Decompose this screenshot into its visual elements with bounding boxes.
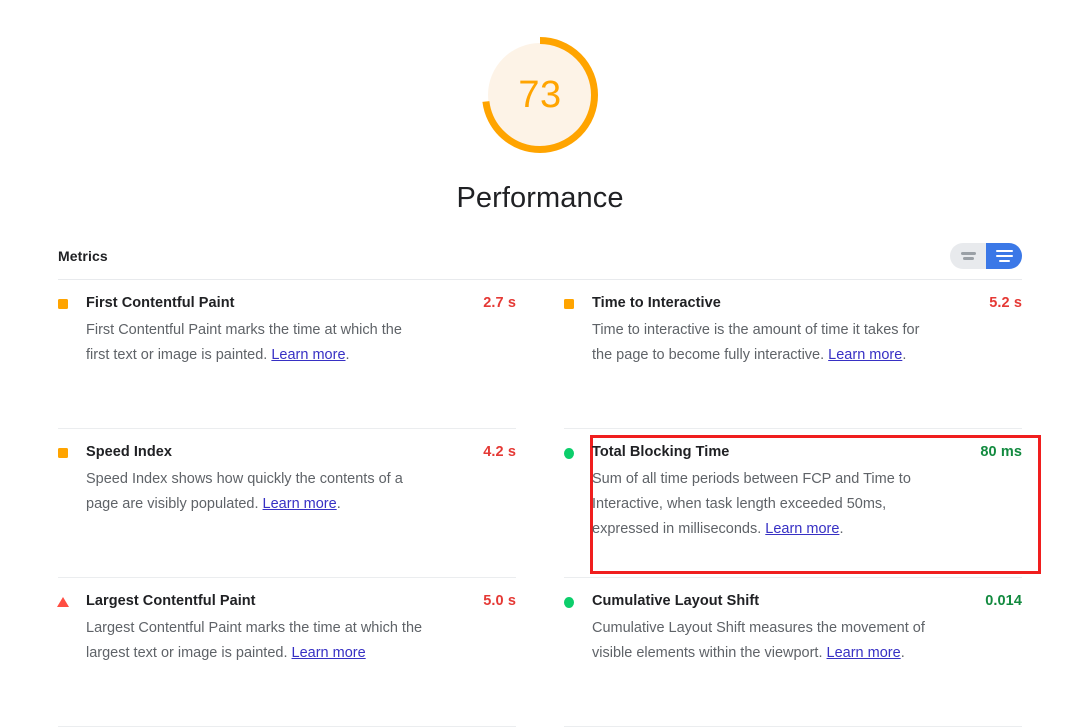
metric-description: First Contentful Paint marks the time at… bbox=[86, 321, 402, 363]
circle-green-icon bbox=[564, 597, 574, 608]
metric-body: Largest Contentful Paint Largest Contentf… bbox=[86, 592, 483, 666]
learn-more-link[interactable]: Learn more bbox=[271, 347, 345, 363]
metric-icon-wrap bbox=[58, 448, 68, 458]
square-orange-icon bbox=[58, 299, 68, 309]
metric-item: Largest Contentful Paint Largest Contentf… bbox=[57, 578, 516, 727]
metrics-grid: First Contentful Paint First Contentful P… bbox=[57, 280, 1041, 727]
metric-description: Sum of all time periods between FCP and … bbox=[592, 470, 911, 537]
compact-line-2 bbox=[962, 257, 974, 260]
score-header: 73 Performance bbox=[0, 0, 1080, 215]
metric-value: 0.014 bbox=[985, 593, 1022, 609]
metric-title: Total Blocking Time bbox=[592, 444, 730, 460]
metric-title: Speed Index bbox=[86, 444, 172, 460]
expanded-view-icon[interactable] bbox=[986, 243, 1022, 269]
expanded-line-3 bbox=[998, 259, 1010, 263]
learn-more-link[interactable]: Learn more bbox=[828, 347, 902, 363]
metrics-header-bar: Metrics bbox=[58, 243, 1022, 280]
circle-green-icon bbox=[564, 448, 574, 459]
triangle-red-icon bbox=[57, 597, 69, 607]
metric-description: Time to interactive is the amount of tim… bbox=[592, 321, 920, 363]
metric-body: Cumulative Layout Shift Cumulative Layout… bbox=[592, 592, 985, 666]
metric-icon-wrap bbox=[58, 299, 68, 309]
metrics-heading: Metrics bbox=[58, 248, 108, 264]
metric-body: Time to Interactive Time to interactive i… bbox=[592, 294, 989, 368]
metric-icon-wrap bbox=[57, 597, 69, 607]
metric-title: Cumulative Layout Shift bbox=[592, 593, 760, 609]
expanded-line-2 bbox=[995, 254, 1013, 258]
expanded-line-1 bbox=[995, 249, 1013, 253]
metric-icon-wrap bbox=[564, 597, 574, 608]
metric-body: Speed Index Speed Index shows how quickly… bbox=[86, 443, 483, 517]
metric-item: Cumulative Layout Shift Cumulative Layout… bbox=[564, 578, 1022, 727]
learn-more-link[interactable]: Learn more bbox=[827, 645, 901, 661]
learn-more-link[interactable]: Learn more bbox=[263, 496, 337, 512]
metric-title: Time to Interactive bbox=[592, 295, 721, 311]
metric-title: First Contentful Paint bbox=[86, 295, 235, 311]
metric-value: 5.2 s bbox=[989, 295, 1022, 311]
metric-value: 2.7 s bbox=[483, 295, 516, 311]
metric-item: Time to Interactive Time to interactive i… bbox=[564, 280, 1022, 429]
metric-item: First Contentful Paint First Contentful P… bbox=[58, 280, 516, 429]
metric-description: Largest Contentful Paint marks the time … bbox=[86, 619, 423, 661]
gauge-score-value: 73 bbox=[518, 74, 562, 116]
metric-body: Total Blocking Time Sum of all time perio… bbox=[592, 443, 980, 542]
learn-more-link[interactable]: Learn more bbox=[292, 645, 366, 661]
metric-item: Speed Index Speed Index shows how quickly… bbox=[58, 429, 516, 578]
metric-value: 80 ms bbox=[980, 444, 1022, 460]
metric-icon-wrap bbox=[564, 299, 574, 309]
metric-icon-wrap bbox=[564, 448, 574, 459]
metric-value: 4.2 s bbox=[483, 444, 516, 460]
learn-more-link[interactable]: Learn more bbox=[765, 521, 839, 537]
metric-item: Total Blocking Time Sum of all time perio… bbox=[564, 429, 1041, 578]
metrics-section: Metrics First Contentful Paint First Cont… bbox=[0, 243, 1080, 727]
compact-view-icon[interactable] bbox=[950, 243, 986, 269]
performance-gauge: 73 bbox=[475, 30, 605, 160]
metric-description: Cumulative Layout Shift measures the mov… bbox=[592, 619, 925, 661]
metric-title: Largest Contentful Paint bbox=[86, 593, 256, 609]
metric-description: Speed Index shows how quickly the conten… bbox=[86, 470, 403, 512]
metric-value: 5.0 s bbox=[483, 593, 516, 609]
compact-line-1 bbox=[960, 252, 976, 255]
square-orange-icon bbox=[564, 299, 574, 309]
page-title: Performance bbox=[456, 182, 624, 214]
metric-body: First Contentful Paint First Contentful P… bbox=[86, 294, 483, 368]
square-orange-icon bbox=[58, 448, 68, 458]
view-mode-toggle[interactable] bbox=[950, 243, 1022, 269]
